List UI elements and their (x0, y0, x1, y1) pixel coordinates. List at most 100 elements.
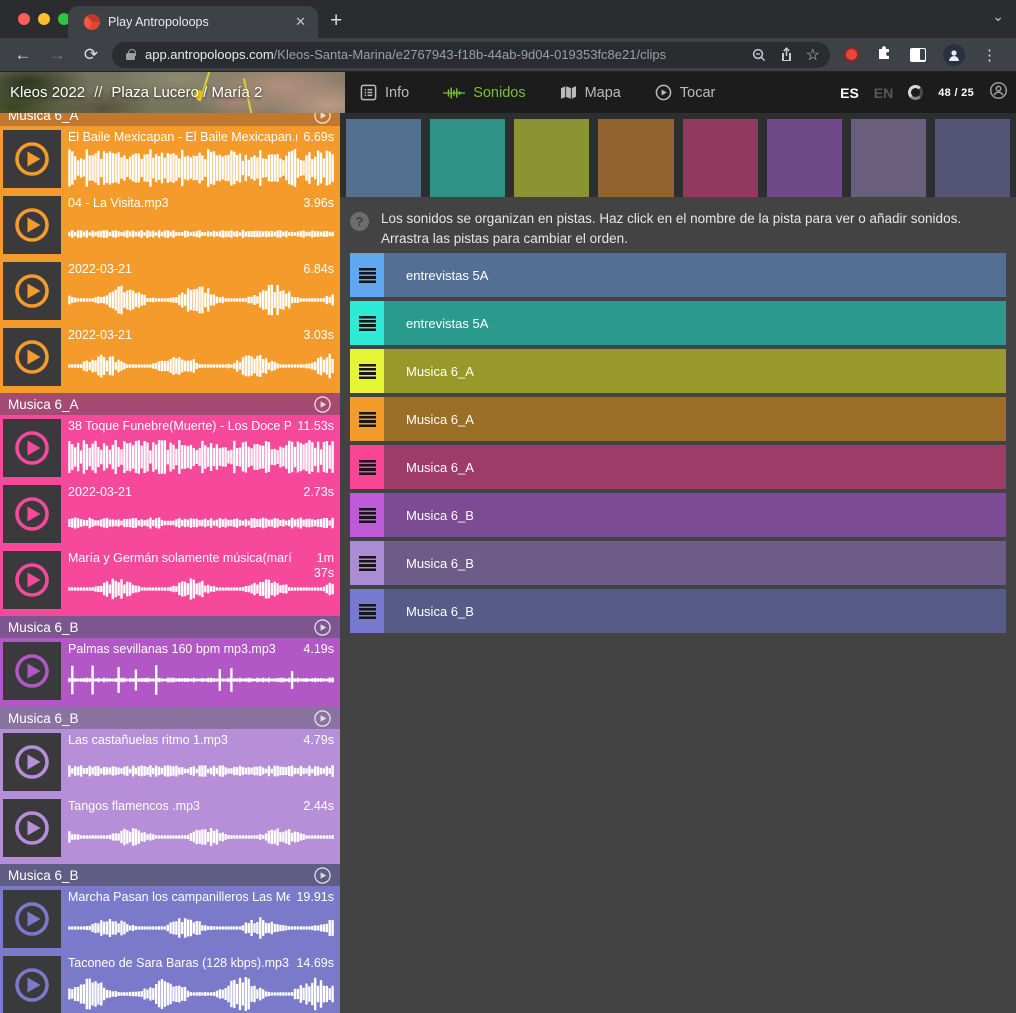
browser-tab[interactable]: Play Antropoloops ✕ (68, 6, 318, 38)
track-name[interactable]: Musica 6_B (406, 556, 474, 571)
section-play-icon[interactable] (313, 395, 332, 414)
section-header[interactable]: Musica 6_B (0, 616, 340, 638)
section-header[interactable]: Musica 6_A (0, 113, 340, 126)
section-play-icon[interactable] (313, 618, 332, 637)
track-color-swatch[interactable] (767, 119, 842, 197)
section-header[interactable]: Musica 6_B (0, 707, 340, 729)
track-row[interactable]: Musica 6_B (350, 589, 1006, 633)
side-panel-icon[interactable] (910, 48, 926, 62)
track-body[interactable]: Musica 6_B (384, 589, 1006, 633)
section-play-icon[interactable] (313, 113, 332, 125)
clip-row[interactable]: 2022-03-21 3.03s (0, 324, 340, 390)
clip-row[interactable]: 38 Toque Funebre(Muerte) - Los Doce Par.… (0, 415, 340, 481)
clip-play-button[interactable] (3, 890, 61, 948)
zoom-page-icon[interactable] (751, 47, 767, 63)
clip-row[interactable]: 2022-03-21 6.84s (0, 258, 340, 324)
clip-row[interactable]: 04 - La Visita.mp3 3.96s (0, 192, 340, 258)
track-row[interactable]: Musica 6_B (350, 493, 1006, 537)
clip-play-button[interactable] (3, 262, 61, 320)
track-name[interactable]: Musica 6_B (406, 604, 474, 619)
section-name[interactable]: Musica 6_A (8, 397, 313, 412)
track-name[interactable]: entrevistas 5A (406, 316, 488, 331)
section-play-icon[interactable] (313, 866, 332, 885)
track-drag-handle[interactable] (350, 445, 384, 489)
clip-play-button[interactable] (3, 130, 61, 188)
section-header[interactable]: Musica 6_A (0, 393, 340, 415)
track-color-swatch[interactable] (514, 119, 589, 197)
track-row[interactable]: entrevistas 5A (350, 253, 1006, 297)
new-tab-button[interactable]: + (330, 8, 342, 34)
track-color-swatch[interactable] (430, 119, 505, 197)
tab-tocar[interactable]: Tocar (655, 84, 715, 101)
track-name[interactable]: Musica 6_A (406, 364, 474, 379)
track-body[interactable]: Musica 6_B (384, 541, 1006, 585)
window-close-button[interactable] (18, 13, 30, 25)
track-name[interactable]: Musica 6_B (406, 508, 474, 523)
clip-row[interactable]: Tangos flamencos .mp3 2.44s (0, 795, 340, 861)
track-body[interactable]: Musica 6_B (384, 493, 1006, 537)
track-body[interactable]: Musica 6_A (384, 349, 1006, 393)
track-body[interactable]: entrevistas 5A (384, 253, 1006, 297)
clip-play-button[interactable] (3, 956, 61, 1013)
help-icon[interactable]: ? (350, 212, 369, 231)
back-button[interactable]: ← (6, 45, 40, 65)
lang-en-button[interactable]: EN (874, 85, 893, 101)
track-name[interactable]: Musica 6_A (406, 412, 474, 427)
clip-play-button[interactable] (3, 328, 61, 386)
browser-menu-icon[interactable]: ⋮ (982, 46, 997, 64)
track-drag-handle[interactable] (350, 397, 384, 441)
tab-sonidos[interactable]: Sonidos (443, 85, 525, 101)
track-name[interactable]: Musica 6_A (406, 460, 474, 475)
breadcrumb-project-link[interactable]: Kleos 2022 (10, 84, 85, 101)
track-drag-handle[interactable] (350, 349, 384, 393)
clip-row[interactable]: El Baile Mexicapan - El Baile Mexicapan.… (0, 126, 340, 192)
track-drag-handle[interactable] (350, 589, 384, 633)
section-name[interactable]: Musica 6_B (8, 620, 313, 635)
track-color-swatch[interactable] (851, 119, 926, 197)
profile-avatar[interactable] (943, 44, 965, 66)
clip-row[interactable]: Taconeo de Sara Baras (128 kbps).mp3 14.… (0, 952, 340, 1013)
track-body[interactable]: Musica 6_A (384, 397, 1006, 441)
track-body[interactable]: entrevistas 5A (384, 301, 1006, 345)
clip-play-button[interactable] (3, 642, 61, 700)
clip-play-button[interactable] (3, 733, 61, 791)
clip-row[interactable]: 2022-03-21 2.73s (0, 481, 340, 547)
track-color-swatch[interactable] (598, 119, 673, 197)
track-color-swatch[interactable] (935, 119, 1010, 197)
clip-row[interactable]: Marcha Pasan los campanilleros Las Mejor… (0, 886, 340, 952)
track-color-swatch[interactable] (683, 119, 758, 197)
track-drag-handle[interactable] (350, 253, 384, 297)
clip-play-button[interactable] (3, 419, 61, 477)
track-body[interactable]: Musica 6_A (384, 445, 1006, 489)
bookmark-star-icon[interactable]: ☆ (806, 45, 820, 65)
lang-es-button[interactable]: ES (840, 85, 859, 101)
clip-row[interactable]: Las castañuelas ritmo 1.mp3 4.79s (0, 729, 340, 795)
section-name[interactable]: Musica 6_B (8, 868, 313, 883)
forward-button[interactable]: → (40, 45, 74, 65)
track-row[interactable]: Musica 6_A (350, 349, 1006, 393)
track-row[interactable]: Musica 6_A (350, 397, 1006, 441)
tab-mapa[interactable]: Mapa (560, 85, 621, 101)
clip-play-button[interactable] (3, 485, 61, 543)
clip-play-button[interactable] (3, 799, 61, 857)
track-drag-handle[interactable] (350, 301, 384, 345)
track-color-swatch[interactable] (346, 119, 421, 197)
clip-row[interactable]: Palmas sevillanas 160 bpm mp3.mp3 4.19s (0, 638, 340, 704)
track-row[interactable]: entrevistas 5A (350, 301, 1006, 345)
track-drag-handle[interactable] (350, 493, 384, 537)
clip-row[interactable]: María y Germán solamente música(maría 2.… (0, 547, 340, 613)
section-name[interactable]: Musica 6_A (8, 113, 313, 123)
section-play-icon[interactable] (313, 709, 332, 728)
track-name[interactable]: entrevistas 5A (406, 268, 488, 283)
track-row[interactable]: Musica 6_B (350, 541, 1006, 585)
clip-play-button[interactable] (3, 196, 61, 254)
clip-play-button[interactable] (3, 551, 61, 609)
track-drag-handle[interactable] (350, 541, 384, 585)
tab-close-icon[interactable]: ✕ (293, 14, 308, 30)
tab-search-chevron-icon[interactable]: ⌄ (992, 8, 1004, 25)
account-button[interactable] (989, 81, 1008, 105)
record-extension-icon[interactable] (844, 47, 859, 62)
section-name[interactable]: Musica 6_B (8, 711, 313, 726)
extensions-puzzle-icon[interactable] (876, 44, 893, 66)
reload-button[interactable]: ⟳ (74, 45, 108, 65)
